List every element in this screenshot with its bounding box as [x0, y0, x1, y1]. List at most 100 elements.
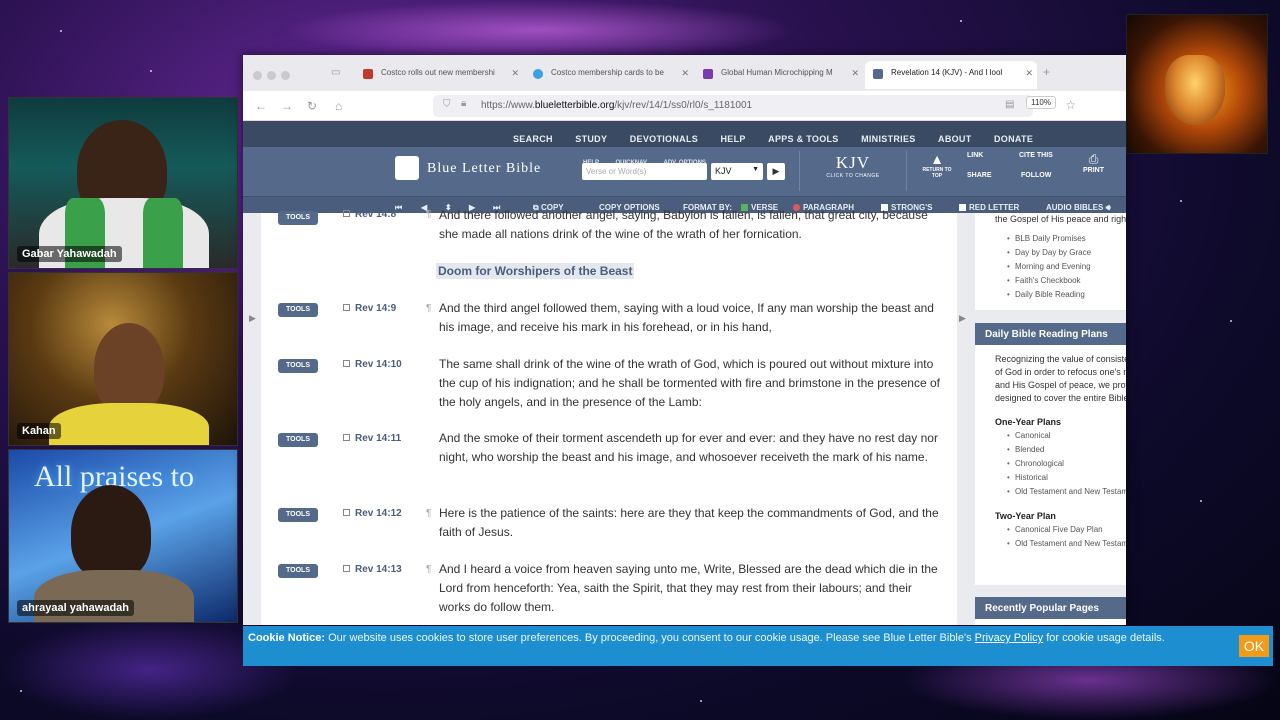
menu-study[interactable]: STUDY: [575, 134, 607, 144]
close-icon[interactable]: ✕: [511, 68, 519, 79]
verse-column[interactable]: Doom for Worshipers of the Beast TOOLS R…: [261, 208, 957, 625]
menu-ministries[interactable]: MINISTRIES: [861, 134, 916, 144]
list-item[interactable]: Blended: [1007, 443, 1126, 457]
new-tab-icon[interactable]: +: [1043, 65, 1050, 79]
star: [700, 700, 702, 702]
list-item[interactable]: Morning and Evening: [1007, 260, 1126, 274]
tools-button[interactable]: TOOLS: [278, 211, 318, 225]
list-item[interactable]: BLB Daily Promises: [1007, 232, 1126, 246]
cookie-ok-button[interactable]: OK: [1239, 635, 1269, 657]
devotionals-text: the Gospel of His peace and righteousnes…: [995, 214, 1126, 224]
forward-icon[interactable]: →: [281, 99, 293, 113]
collapse-left-icon[interactable]: ▶: [249, 313, 256, 324]
sidebar-icon[interactable]: ▭: [331, 67, 340, 78]
video-tile-1[interactable]: Gabar Yahawadah: [8, 97, 238, 269]
participant-scarf: [143, 198, 183, 268]
close-icon[interactable]: ✕: [1025, 68, 1033, 79]
list-item[interactable]: Chronological: [1007, 457, 1126, 471]
address-bar[interactable]: ⛉ 🔒︎ https://www.blueletterbible.org/kjv…: [433, 95, 1033, 117]
list-item[interactable]: Canonical Five Day Plan: [1007, 523, 1126, 537]
browser-tab[interactable]: Costco rolls out new membershi ✕: [355, 61, 523, 89]
verse-ref[interactable]: Rev 14:12: [343, 508, 402, 519]
menu-devotionals[interactable]: DEVOTIONALS: [630, 134, 698, 144]
verse-ref[interactable]: Rev 14:13: [343, 564, 402, 575]
search-go-button[interactable]: ▶: [767, 163, 785, 180]
close-icon[interactable]: ✕: [851, 68, 859, 79]
browser-tab-active[interactable]: Revelation 14 (KJV) - And I lool ✕: [865, 61, 1037, 89]
verse-text: And I heard a voice from heaven saying u…: [439, 562, 938, 614]
list-item[interactable]: Old Testament and New Testament Together: [1007, 485, 1126, 499]
checkbox-icon[interactable]: [343, 509, 350, 516]
two-year-title: Two-Year Plan: [995, 511, 1056, 521]
pilcrow-icon: ¶: [426, 564, 432, 575]
close-icon[interactable]: ✕: [681, 68, 689, 79]
devotionals-box: the Gospel of His peace and righteousnes…: [975, 213, 1126, 310]
checkbox-icon[interactable]: [343, 360, 350, 367]
tools-button[interactable]: TOOLS: [278, 303, 318, 317]
menu-search[interactable]: SEARCH: [513, 134, 553, 144]
home-icon[interactable]: ⌂: [335, 99, 342, 113]
tools-button[interactable]: TOOLS: [278, 433, 318, 447]
blb-logo-text[interactable]: Blue Letter Bible: [427, 161, 541, 177]
menu-help[interactable]: HELP: [721, 134, 746, 144]
checkbox-icon[interactable]: [343, 434, 350, 441]
one-year-title: One-Year Plans: [995, 417, 1062, 427]
verse-ref[interactable]: Rev 14:11: [343, 433, 401, 444]
version-display[interactable]: KJV CLICK TO CHANGE: [799, 151, 907, 191]
verse-ref[interactable]: Rev 14:10: [343, 359, 402, 370]
tools-button[interactable]: TOOLS: [278, 564, 318, 578]
blb-logo-icon[interactable]: [395, 156, 419, 180]
print-label: PRINT: [1083, 167, 1104, 174]
version-select[interactable]: KJV ▼: [711, 163, 763, 180]
list-item[interactable]: Daily Bible Reading: [1007, 288, 1126, 302]
nebula-glow: [280, 0, 800, 60]
list-item[interactable]: Old Testament and New Testament Together: [1007, 537, 1126, 551]
star: [1230, 320, 1232, 322]
verse-search-input[interactable]: Verse or Word(s): [582, 163, 707, 180]
up-arrow-icon: ▲: [930, 151, 944, 167]
list-item[interactable]: Historical: [1007, 471, 1126, 485]
audio-bibles-button[interactable]: AUDIO BIBLES 🔊︎: [1046, 203, 1111, 213]
reader-icon[interactable]: ▤: [1005, 99, 1014, 110]
browser-tab[interactable]: Costco membership cards to be ✕: [525, 61, 693, 89]
menu-donate[interactable]: DONATE: [994, 134, 1033, 144]
printer-icon: ⎙: [1088, 152, 1099, 166]
checkbox-icon[interactable]: [343, 565, 350, 572]
link-button[interactable]: LINK: [967, 152, 983, 159]
menu-about[interactable]: ABOUT: [938, 134, 972, 144]
participant-head: [71, 485, 151, 580]
return-to-top-button[interactable]: ▲ RETURN TO TOP: [917, 151, 957, 191]
return-to-top-label: RETURN TO TOP: [922, 167, 952, 179]
list-item[interactable]: Faith's Checkbook: [1007, 274, 1126, 288]
reload-icon[interactable]: ↻: [307, 99, 317, 113]
verse-ref[interactable]: Rev 14:8: [343, 209, 396, 220]
verse-text: And the smoke of their torment ascendeth…: [439, 431, 938, 464]
checkbox-icon[interactable]: [343, 304, 350, 311]
collapse-right-icon[interactable]: ▶: [959, 313, 966, 324]
video-tile-2[interactable]: Kahan: [8, 272, 238, 446]
tab-favicon-icon: [533, 69, 543, 79]
window-controls[interactable]: [253, 67, 295, 85]
print-button[interactable]: ⎙ PRINT: [1083, 152, 1104, 174]
zoom-level[interactable]: 110%: [1026, 96, 1056, 109]
list-item[interactable]: Canonical: [1007, 429, 1126, 443]
tools-button[interactable]: TOOLS: [278, 508, 318, 522]
checkbox-icon[interactable]: [343, 210, 350, 217]
follow-button[interactable]: FOLLOW: [1021, 172, 1051, 179]
star-bookmark-icon[interactable]: ☆: [1065, 98, 1076, 112]
tab-label: Revelation 14 (KJV) - And I lool: [891, 68, 1003, 77]
tab-label: Global Human Microchipping M: [721, 68, 833, 77]
back-icon[interactable]: ←: [255, 99, 267, 113]
list-item[interactable]: Day by Day by Grace: [1007, 246, 1126, 260]
tools-button[interactable]: TOOLS: [278, 359, 318, 373]
share-button[interactable]: SHARE: [967, 172, 992, 179]
reading-plans-box: Daily Bible Reading Plans− Recognizing t…: [975, 323, 1126, 585]
video-tile-3[interactable]: All praises to ahrayaal yahawadah: [8, 449, 238, 623]
verse-ref[interactable]: Rev 14:9: [343, 303, 396, 314]
cite-this-button[interactable]: CITE THIS: [1019, 152, 1053, 159]
red-letter-toggle[interactable]: RED LETTER: [959, 203, 1019, 212]
privacy-policy-link[interactable]: Privacy Policy: [975, 632, 1043, 644]
browser-tab[interactable]: Global Human Microchipping M ✕: [695, 61, 863, 89]
tab-favicon-icon: [363, 69, 373, 79]
menu-apps-tools[interactable]: APPS & TOOLS: [768, 134, 838, 144]
